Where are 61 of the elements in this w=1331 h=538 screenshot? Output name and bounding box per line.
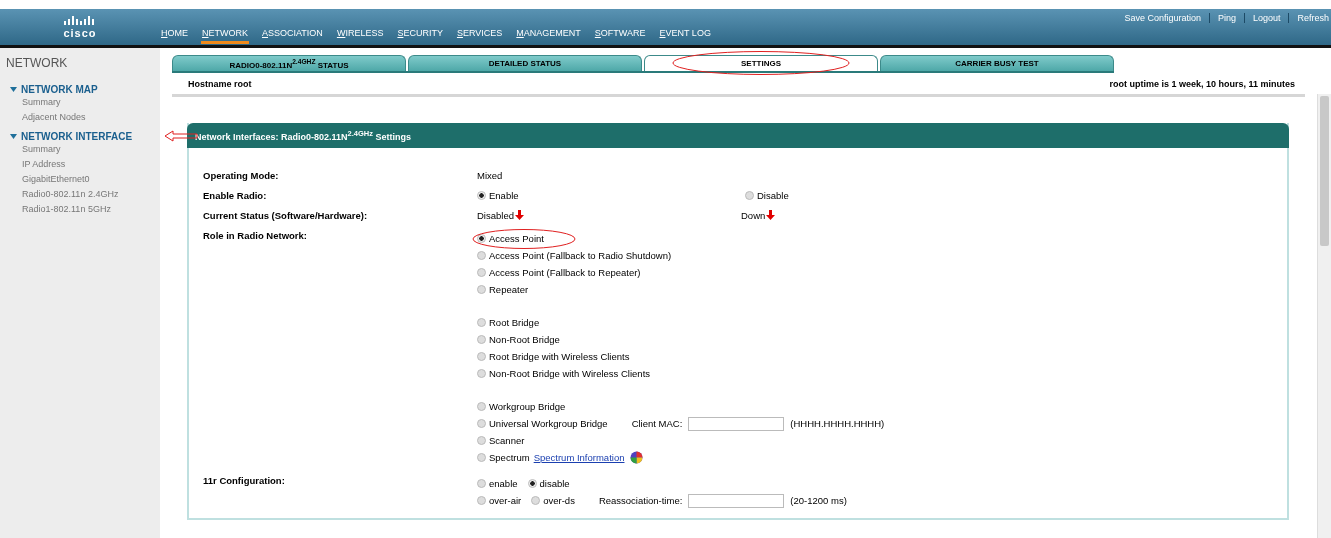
radio-label: Non-Root Bridge with Wireless Clients (489, 368, 651, 379)
field-label: Enable Radio: (203, 190, 268, 201)
radio-label: over-air (489, 495, 522, 506)
header-link[interactable]: Save Configuration (1124, 13, 1201, 23)
radio-label: Access Point (489, 233, 544, 244)
field-label: Operating Mode: (203, 170, 280, 181)
field-label: Client MAC: (631, 418, 683, 429)
radio-label: over-ds (543, 495, 575, 506)
logo-wordmark: cisco (63, 28, 97, 39)
sidebar-item[interactable]: Adjacent Nodes (22, 110, 160, 125)
nav-link[interactable]: ASSOCIATION (261, 26, 324, 44)
nav-link[interactable]: SERVICES (455, 26, 504, 44)
radio-label: disable (539, 478, 570, 489)
nav-link[interactable]: SOFTWARE (593, 26, 647, 44)
nav-link[interactable]: EVENT LOG (658, 26, 712, 44)
radio-label: Universal Workgroup Bridge (489, 418, 608, 429)
uptime: root uptime is 1 week, 10 hours, 11 minutes (1109, 79, 1295, 89)
radio-label: Workgroup Bridge (489, 401, 566, 412)
nav-link[interactable]: WIRELESS (335, 26, 385, 44)
radio-label: Enable (489, 190, 519, 201)
nav-link[interactable]: HOME (160, 26, 189, 44)
sidebar-title: NETWORK (6, 56, 69, 70)
radio-label: Scanner (489, 435, 525, 446)
sidebar-item[interactable]: Radio1-802.11n 5GHz (22, 202, 160, 217)
field-label: 11r Configuration: (203, 475, 286, 488)
nav-link[interactable]: NETWORK (201, 26, 249, 44)
status-value: Disabled (477, 210, 514, 221)
panel-title: Network Interfaces: Radio0-802.11N$^{2.4GHz}$ Settings (187, 123, 1289, 148)
radio-label: Spectrum (489, 452, 530, 463)
field-label: Role in Radio Network: (203, 230, 308, 243)
status-value: Down (741, 210, 766, 221)
field-value: Mixed (477, 170, 503, 181)
hostname: Hostname root (188, 79, 252, 89)
nav-link[interactable]: SECURITY (396, 26, 444, 44)
field-label: Current Status (Software/Hardware): (203, 210, 369, 221)
tab[interactable]: DETAILED STATUS (408, 55, 642, 71)
tab[interactable]: CARRIER BUSY TEST (880, 55, 1114, 71)
header-link[interactable]: Refresh (1297, 13, 1329, 23)
radio-label: Root Bridge with Wireless Clients (489, 351, 630, 362)
radio-label: Access Point (Fallback to Radio Shutdown) (489, 250, 672, 261)
radio-label: Non-Root Bridge (489, 334, 560, 345)
sidebar-item[interactable]: Summary (22, 95, 160, 110)
header-link[interactable]: Logout (1252, 13, 1281, 23)
sidebar-group-link[interactable]: NETWORK INTERFACE (21, 131, 133, 142)
field-label: Reassociation-time: (598, 495, 683, 506)
radio-label: Repeater (489, 284, 529, 295)
nav-link[interactable]: MANAGEMENT (515, 26, 582, 44)
sidebar-item[interactable]: Radio0-802.11n 2.4GHz (22, 187, 160, 202)
radio-label: Root Bridge (489, 317, 540, 328)
sidebar-item[interactable]: Summary (22, 142, 160, 157)
format-hint: (HHHH.HHHH.HHHH) (790, 418, 885, 429)
radio-label: Access Point (Fallback to Repeater) (489, 267, 641, 278)
sidebar-item[interactable]: IP Address (22, 157, 160, 172)
format-hint: (20-1200 ms) (790, 495, 847, 506)
header-link[interactable]: Ping (1217, 13, 1236, 23)
radio-label: Disable (757, 190, 789, 201)
sidebar-group-link[interactable]: NETWORK MAP (21, 84, 98, 95)
radio-label: enable (489, 478, 518, 489)
link[interactable]: Spectrum Information (533, 452, 625, 463)
tab[interactable]: RADIO0-802.11N$^{2.4GHZ}$ STATUS (172, 55, 406, 71)
sidebar-item[interactable]: GigabitEthernet0 (22, 172, 160, 187)
